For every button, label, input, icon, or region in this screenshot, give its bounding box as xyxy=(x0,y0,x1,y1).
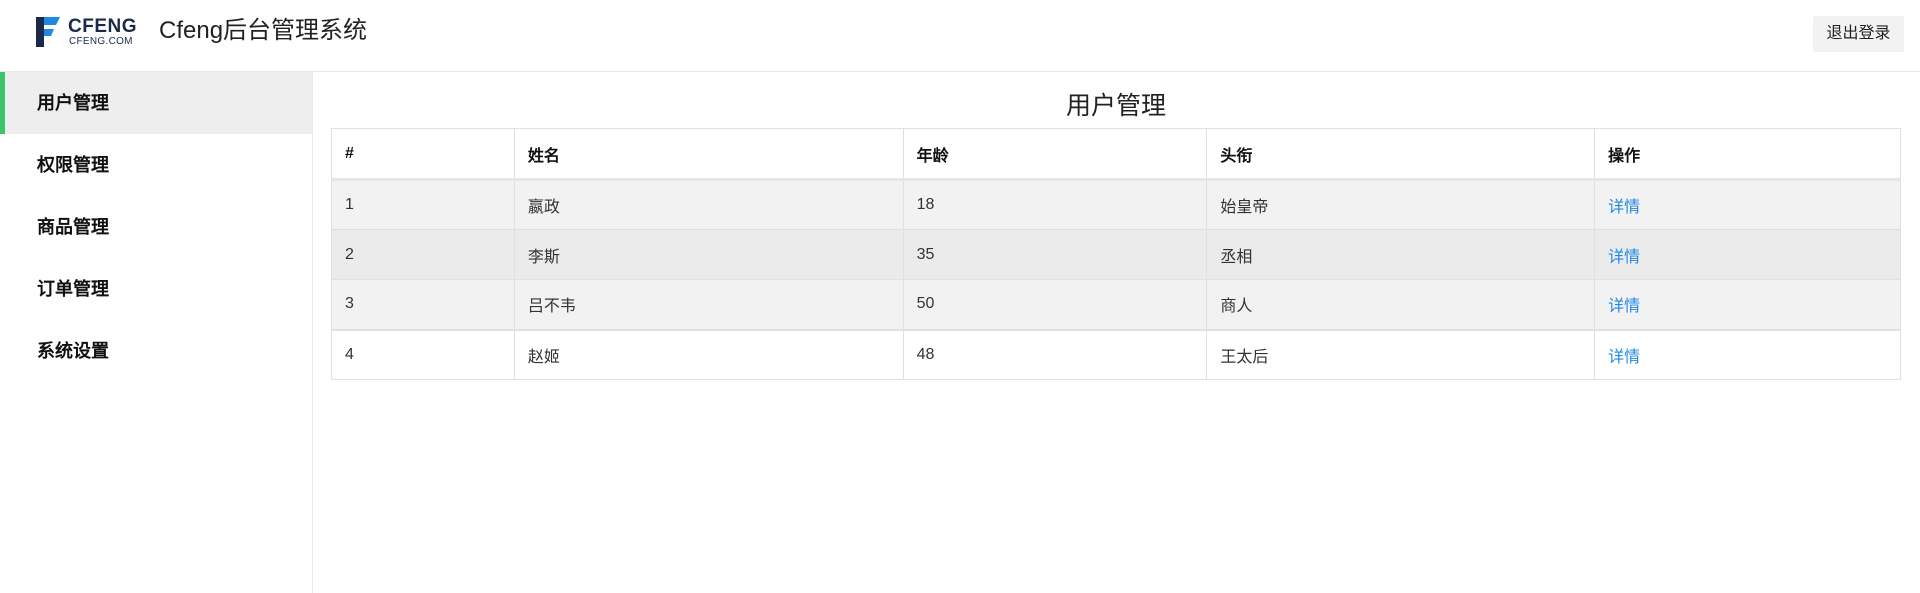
logo-mark-icon xyxy=(36,17,60,47)
sidebar-item-user-management[interactable]: 用户管理 xyxy=(0,72,312,134)
sidebar-item-permission-management[interactable]: 权限管理 xyxy=(0,134,312,196)
cell-action: 详情 xyxy=(1594,328,1901,380)
cell-age: 18 xyxy=(902,179,1208,230)
cell-name: 吕不韦 xyxy=(513,279,904,330)
sidebar-item-order-management[interactable]: 订单管理 xyxy=(0,258,312,320)
column-header-title: 头衔 xyxy=(1206,128,1596,181)
table-header-row: # 姓名 年龄 头衔 操作 xyxy=(331,128,1901,181)
column-header-age: 年龄 xyxy=(902,128,1208,181)
cell-title: 丞相 xyxy=(1206,229,1596,280)
brand-logo: CFENG CFENG.COM xyxy=(32,13,137,49)
cell-action: 详情 xyxy=(1594,179,1901,230)
cell-name: 赵姬 xyxy=(513,328,904,380)
detail-link[interactable]: 详情 xyxy=(1608,249,1640,266)
user-table: # 姓名 年龄 头衔 操作 1 嬴政 18 始皇帝 详情 2 李斯 35 丞相 … xyxy=(331,128,1901,380)
page-title: 用户管理 xyxy=(1065,92,1166,120)
detail-link[interactable]: 详情 xyxy=(1608,298,1640,315)
sidebar-item-product-management[interactable]: 商品管理 xyxy=(0,196,312,258)
cell-name: 李斯 xyxy=(513,229,904,280)
cell-title: 王太后 xyxy=(1206,328,1596,380)
sidebar: 用户管理 权限管理 商品管理 订单管理 系统设置 xyxy=(0,72,313,593)
app-title: Cfeng后台管理系统 xyxy=(159,17,368,44)
cell-action: 详情 xyxy=(1594,279,1901,330)
cell-title: 商人 xyxy=(1206,279,1596,330)
cell-index: 1 xyxy=(331,179,515,230)
cell-age: 35 xyxy=(902,229,1208,280)
table-row: 3 吕不韦 50 商人 详情 xyxy=(331,279,1901,330)
detail-link[interactable]: 详情 xyxy=(1608,199,1640,216)
cell-age: 48 xyxy=(902,328,1208,380)
top-header: CFENG CFENG.COM Cfeng后台管理系统 退出登录 xyxy=(0,0,1920,72)
sidebar-item-system-settings[interactable]: 系统设置 xyxy=(0,320,312,382)
cell-age: 50 xyxy=(902,279,1208,330)
column-header-action: 操作 xyxy=(1594,128,1901,181)
column-header-name: 姓名 xyxy=(513,128,904,181)
table-row: 4 赵姬 48 王太后 详情 xyxy=(331,328,1901,380)
column-header-index: # xyxy=(331,128,515,181)
cell-index: 2 xyxy=(331,229,515,280)
logo-subtext: CFENG.COM xyxy=(69,36,133,47)
detail-link[interactable]: 详情 xyxy=(1608,349,1640,366)
cell-name: 嬴政 xyxy=(513,179,904,230)
table-row: 2 李斯 35 丞相 详情 xyxy=(331,229,1901,280)
cell-index: 4 xyxy=(331,328,515,380)
logo-text: CFENG xyxy=(68,16,137,37)
cell-title: 始皇帝 xyxy=(1206,179,1596,230)
cell-action: 详情 xyxy=(1594,229,1901,280)
logout-button[interactable]: 退出登录 xyxy=(1813,16,1904,52)
table-row: 1 嬴政 18 始皇帝 详情 xyxy=(331,179,1901,230)
cell-index: 3 xyxy=(331,279,515,330)
